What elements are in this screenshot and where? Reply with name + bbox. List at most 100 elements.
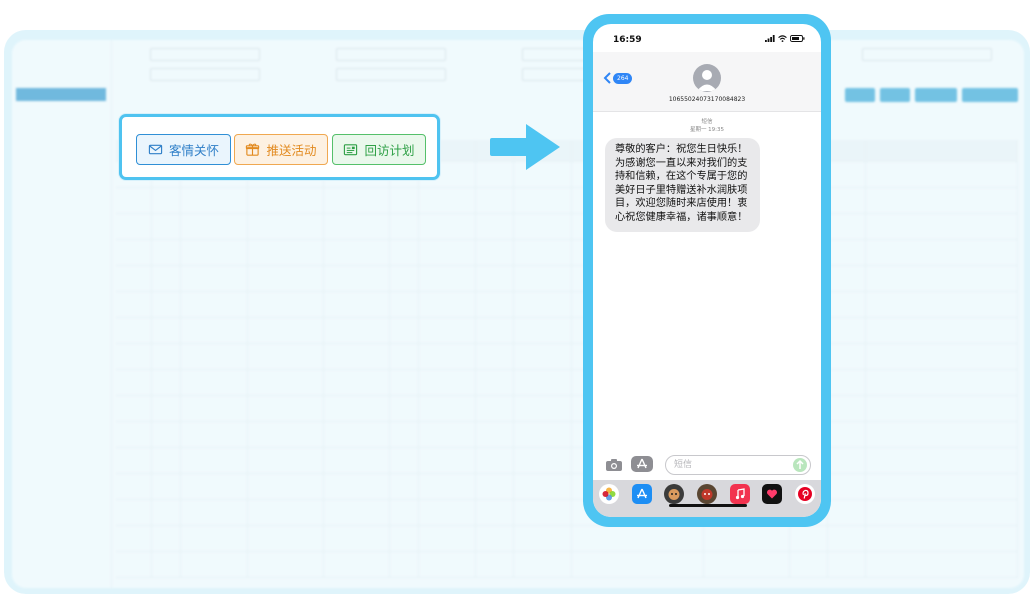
avatar[interactable] — [693, 64, 721, 92]
table-cell — [866, 552, 1018, 577]
table-cell — [572, 552, 705, 577]
table-cell — [828, 422, 867, 447]
table-cell — [476, 266, 515, 291]
filter-field — [862, 48, 992, 61]
toolbar-button — [962, 88, 1018, 102]
sidebar-item — [26, 179, 111, 192]
table-cell — [248, 422, 324, 447]
table-cell — [476, 526, 515, 551]
table-cell — [324, 214, 391, 239]
pinterest-app-icon[interactable] — [794, 484, 815, 504]
heart-icon — [767, 489, 778, 499]
table-cell — [790, 552, 829, 577]
table-cell — [181, 344, 248, 369]
sidebar-item — [26, 153, 111, 166]
table-cell — [419, 240, 477, 265]
sidebar-item — [26, 302, 111, 315]
photos-app-icon[interactable] — [599, 484, 620, 504]
sms-label: 短信 — [701, 119, 713, 125]
table-cell — [419, 292, 477, 317]
table-cell — [704, 552, 790, 577]
table-cell — [514, 448, 572, 473]
table-cell — [866, 318, 1018, 343]
arrow-right-icon — [490, 124, 560, 170]
toolbar-button — [915, 88, 957, 102]
signal-icon — [765, 35, 775, 42]
app-store-button[interactable] — [631, 456, 653, 472]
table-cell — [514, 552, 572, 577]
table-cell — [828, 474, 867, 499]
table-cell — [828, 162, 867, 187]
filter-field — [150, 68, 260, 81]
memoji-app-icon[interactable] — [664, 484, 685, 504]
sender-number[interactable]: 10655024073170084823 — [593, 96, 821, 103]
send-button[interactable] — [793, 458, 807, 472]
app-store-app-icon[interactable] — [631, 484, 652, 504]
table-cell — [324, 474, 391, 499]
table-cell — [248, 266, 324, 291]
battery-icon — [790, 35, 805, 42]
table-cell — [181, 448, 248, 473]
table-cell — [248, 292, 324, 317]
table-cell — [324, 396, 391, 421]
sidebar-item — [26, 205, 111, 218]
table-cell — [419, 344, 477, 369]
photos-petals-icon — [602, 487, 616, 501]
table-cell — [866, 526, 1018, 551]
table-cell — [390, 292, 420, 317]
table-cell — [476, 500, 515, 525]
table-cell — [248, 448, 324, 473]
table-cell — [116, 448, 153, 473]
table-cell — [419, 474, 477, 499]
back-button[interactable]: 264 — [603, 72, 633, 84]
table-cell — [152, 526, 182, 551]
message-input[interactable]: 短信 — [665, 455, 811, 475]
table-cell — [324, 448, 391, 473]
toolbar-button — [880, 88, 910, 102]
table-cell — [324, 370, 391, 395]
sidebar-group — [26, 357, 111, 370]
table-cell — [181, 526, 248, 551]
table-cell — [152, 552, 182, 577]
table-cell — [828, 292, 867, 317]
table-cell — [390, 266, 420, 291]
table-cell — [390, 188, 420, 213]
table-cell — [828, 188, 867, 213]
table-cell — [572, 526, 705, 551]
table-cell — [248, 370, 324, 395]
imessage-app-drawer — [593, 480, 821, 517]
table-row — [116, 240, 1018, 266]
table-cell — [152, 396, 182, 421]
table-cell — [181, 370, 248, 395]
table-cell — [181, 422, 248, 447]
table-row — [116, 422, 1018, 448]
push-activity-button[interactable]: 推送活动 — [234, 134, 328, 165]
music-app-icon[interactable] — [729, 484, 750, 504]
table-cell — [419, 422, 477, 447]
table-cell — [828, 370, 867, 395]
status-icons — [765, 35, 805, 42]
table-cell — [181, 292, 248, 317]
table-cell — [828, 344, 867, 369]
data-table — [116, 140, 1018, 578]
table-cell — [476, 344, 515, 369]
table-cell — [390, 474, 420, 499]
table-cell — [324, 422, 391, 447]
chevron-left-icon — [603, 72, 611, 84]
camera-icon[interactable] — [605, 458, 623, 472]
customer-care-button[interactable]: 客情关怀 — [136, 134, 231, 165]
message-datetime: 星期一 19:35 — [689, 127, 725, 133]
table-cell — [181, 266, 248, 291]
table-cell — [152, 188, 182, 213]
sidebar-item — [26, 127, 111, 140]
gift-icon — [246, 143, 260, 156]
table-cell — [116, 396, 153, 421]
digital-touch-app-icon[interactable] — [762, 484, 783, 504]
animoji-app-icon[interactable] — [696, 484, 717, 504]
revisit-plan-button[interactable]: 回访计划 — [332, 134, 426, 165]
table-cell — [324, 500, 391, 525]
table-cell — [324, 240, 391, 265]
sidebar-item — [26, 192, 111, 205]
status-bar: 16:59 — [593, 24, 821, 52]
table-cell — [116, 214, 153, 239]
